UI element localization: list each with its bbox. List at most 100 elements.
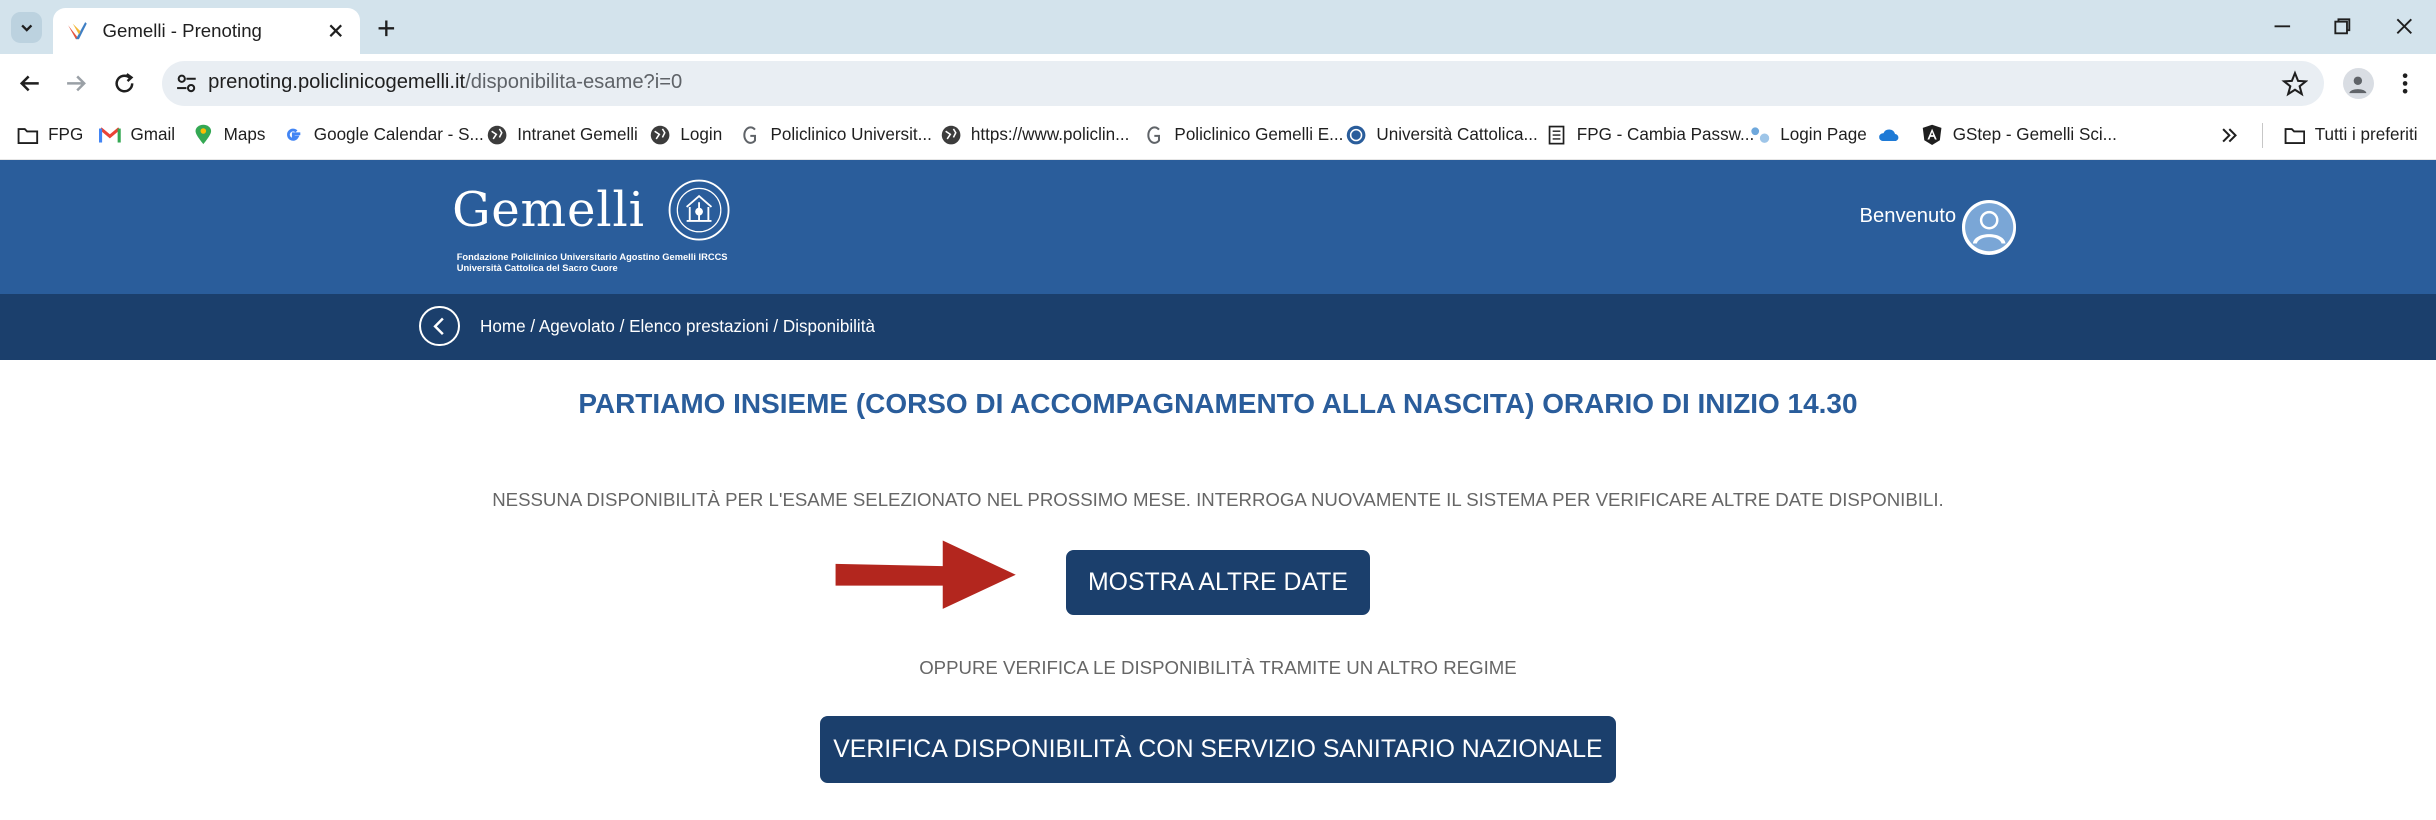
- browser-menu-button[interactable]: [2392, 68, 2417, 99]
- user-icon: [1965, 203, 2014, 252]
- site-header: Gemelli Fondazione Policlinico Universit…: [0, 160, 2436, 294]
- minimize-button[interactable]: [2268, 12, 2296, 40]
- red-arrow-icon: [835, 540, 1016, 609]
- bookmark-policlinico-universitario[interactable]: Policlinico Universit...: [739, 123, 932, 148]
- plus-icon: [379, 20, 395, 36]
- bookmark-google-calendar[interactable]: Google Calendar - S...: [283, 123, 484, 148]
- seal-icon: [1345, 124, 1367, 146]
- gemelli-logo[interactable]: Gemelli: [452, 182, 645, 238]
- show-other-dates-button[interactable]: MOSTRA ALTRE DATE: [1065, 549, 1371, 616]
- cloud-icon: [1878, 124, 1900, 146]
- address-bar[interactable]: prenoting.policlinicogemelli.it/disponib…: [161, 60, 2325, 106]
- restore-icon: [2334, 18, 2351, 35]
- minimize-icon: [2274, 25, 2290, 28]
- bookmarks-bar: FPG Gmail Maps Google Calendar - S... In…: [0, 111, 2436, 160]
- forward-button[interactable]: [61, 68, 92, 99]
- bookmark-intranet[interactable]: Intranet Gemelli: [486, 123, 638, 148]
- breadcrumb-bar: Home / Agevolato / Elenco prestazioni / …: [0, 293, 2436, 361]
- bookmark-fpg-cambia-password[interactable]: FPG - Cambia Passw...: [1546, 123, 1755, 148]
- globe-icon: [486, 124, 508, 146]
- bookmark-policlinico-gemelli[interactable]: Policlinico Gemelli E...: [1143, 123, 1343, 148]
- breadcrumb[interactable]: Home / Agevolato / Elenco prestazioni / …: [480, 317, 875, 337]
- double-chevron-right-icon: [2222, 128, 2237, 143]
- logo-subtitle-line1: Fondazione Policlinico Universitario Ago…: [456, 251, 728, 262]
- availability-notice: NESSUNA DISPONIBILITÀ PER L'ESAME SELEZI…: [492, 489, 1944, 511]
- bookmark-login[interactable]: Login: [649, 123, 722, 148]
- arrow-right-icon: [66, 75, 86, 92]
- bookmark-label: FPG - Cambia Passw...: [1576, 125, 1755, 145]
- bookmark-universita-cattolica[interactable]: Università Cattolica...: [1345, 123, 1538, 148]
- university-seal-icon: [668, 179, 730, 241]
- bookmark-maps[interactable]: Maps: [193, 123, 266, 148]
- bookmark-label: GStep - Gemelli Sci...: [1952, 125, 2117, 145]
- site-settings-icon[interactable]: [174, 71, 199, 96]
- bookmark-label: Login Page: [1780, 125, 1867, 145]
- url-host: prenoting.policlinicogemelli.it: [208, 71, 466, 94]
- bookmark-label: Policlinico Gemelli E...: [1174, 125, 1344, 145]
- chevron-left-icon: [433, 317, 444, 335]
- globe-icon: [940, 124, 962, 146]
- gemelli-icon: [739, 124, 761, 146]
- all-bookmarks-label: Tutti i preferiti: [2314, 125, 2418, 145]
- tab-title: Gemelli - Prenoting: [102, 20, 262, 42]
- tab-close-button[interactable]: [323, 19, 348, 44]
- bookmark-gmail[interactable]: Gmail: [99, 123, 175, 148]
- close-window-button[interactable]: [2391, 12, 2419, 40]
- bookmark-label: Maps: [223, 125, 266, 145]
- login-icon: [1749, 124, 1771, 146]
- welcome-text: Benvenuto: [1859, 205, 1957, 228]
- chevron-down-icon: [20, 24, 32, 32]
- bookmark-label: Google Calendar - S...: [313, 125, 484, 145]
- profile-button[interactable]: [2342, 68, 2374, 100]
- alternative-regime-text: OPPURE VERIFICA LE DISPONIBILITÀ TRAMITE…: [919, 657, 1517, 679]
- browser-toolbar: prenoting.policlinicogemelli.it/disponib…: [0, 54, 2436, 112]
- close-icon: [329, 24, 342, 38]
- person-icon: [2349, 76, 2367, 94]
- bookmark-label: Intranet Gemelli: [517, 125, 638, 145]
- bookmarks-divider: [2261, 122, 2264, 148]
- verify-ssn-availability-button[interactable]: VERIFICA DISPONIBILITÀ CON SERVIZIO SANI…: [820, 716, 1616, 783]
- globe-icon: [649, 124, 671, 146]
- reload-icon: [115, 73, 134, 93]
- all-bookmarks-button[interactable]: Tutti i preferiti: [2284, 123, 2418, 148]
- folder-icon: [2284, 124, 2306, 146]
- user-avatar[interactable]: [1962, 200, 2017, 255]
- bookmark-star-icon[interactable]: [2280, 70, 2309, 98]
- url-path: /disponibilita-esame?i=0: [465, 71, 683, 94]
- folder-icon: [17, 124, 39, 146]
- page-icon: [1546, 124, 1568, 146]
- reload-button[interactable]: [109, 68, 140, 99]
- gemelli-icon: [1143, 124, 1165, 146]
- new-tab-button[interactable]: [373, 14, 401, 42]
- bookmark-login-page[interactable]: Login Page: [1749, 123, 1867, 148]
- browser-window: Gemelli - Prenoting prenoting.policlinic…: [0, 0, 2436, 820]
- logo-subtitle-line2: Università Cattolica del Sacro Cuore: [456, 262, 618, 273]
- bookmark-label: Università Cattolica...: [1376, 125, 1538, 145]
- bookmark-label: https://www.policlin...: [970, 125, 1130, 145]
- maps-icon: [193, 124, 215, 146]
- gemelli-favicon-icon: [68, 21, 87, 39]
- more-vertical-icon: [2402, 73, 2408, 94]
- google-icon: [283, 124, 305, 146]
- gmail-icon: [99, 124, 122, 146]
- arrow-left-icon: [19, 75, 39, 92]
- bookmark-policlinico-url[interactable]: https://www.policlin...: [940, 123, 1130, 148]
- bookmark-label: Gmail: [130, 125, 176, 145]
- tab-search-button[interactable]: [10, 12, 42, 44]
- angular-icon: [1922, 124, 1944, 146]
- close-icon: [2397, 18, 2413, 35]
- restore-button[interactable]: [2329, 12, 2357, 40]
- bookmark-label: FPG: [48, 125, 84, 145]
- bookmark-fpg[interactable]: FPG: [17, 123, 83, 148]
- bookmark-gstep[interactable]: GStep - Gemelli Sci...: [1922, 123, 2117, 148]
- bookmark-label: Login: [680, 125, 723, 145]
- logo-subtitle: Fondazione Policlinico Universitario Ago…: [457, 252, 728, 274]
- bookmark-onedrive[interactable]: [1878, 123, 1909, 148]
- back-button[interactable]: [14, 68, 45, 99]
- tab-gemelli[interactable]: Gemelli - Prenoting: [52, 7, 361, 55]
- url-text: prenoting.policlinicogemelli.it/disponib…: [208, 71, 682, 94]
- bookmarks-overflow-button[interactable]: [2220, 123, 2239, 148]
- page-title: PARTIAMO INSIEME (CORSO DI ACCOMPAGNAMEN…: [578, 388, 1858, 420]
- bookmark-label: Policlinico Universit...: [770, 125, 932, 145]
- back-nav-button[interactable]: [419, 306, 460, 347]
